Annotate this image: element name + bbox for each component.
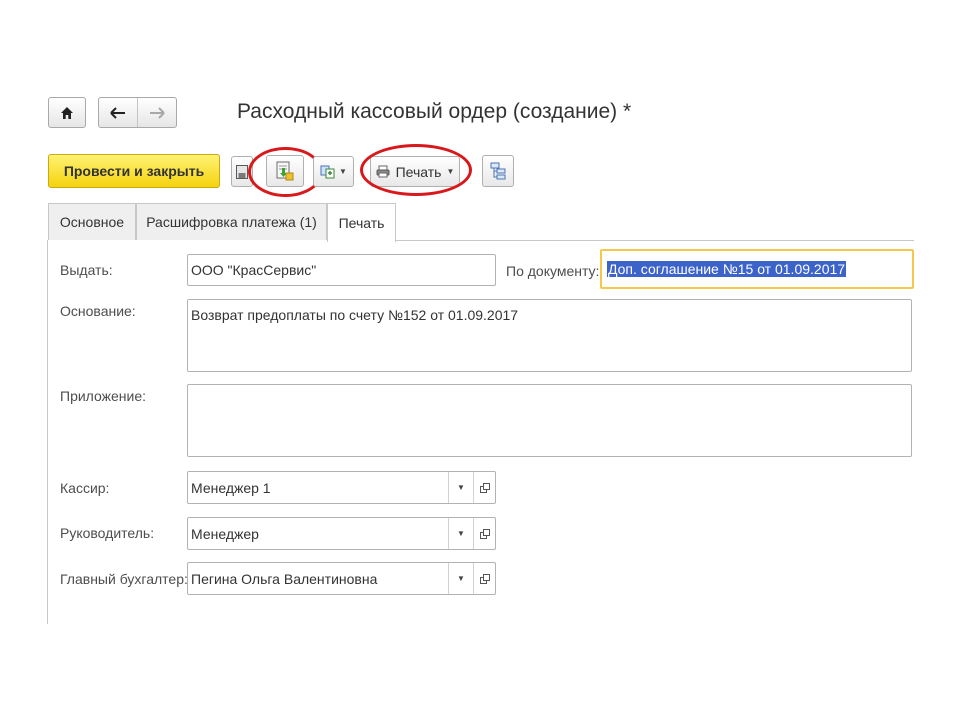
page-title: Расходный кассовый ордер (создание) * (237, 100, 632, 123)
chief-accountant-label: Главный бухгалтер: (60, 571, 188, 587)
document-structure-icon (490, 162, 506, 180)
chief-accountant-field[interactable]: Пегина Ольга Валентиновна ▼ (187, 562, 496, 595)
highlight-circle (248, 147, 323, 197)
save-icon (236, 164, 248, 179)
head-dropdown-button[interactable]: ▼ (448, 518, 473, 549)
post-and-close-button[interactable]: Провести и закрыть (48, 154, 220, 188)
tab-payment-details[interactable]: Расшифровка платежа (1) (136, 203, 327, 240)
by-document-label: По документу: (506, 263, 600, 279)
forward-button[interactable] (138, 98, 176, 127)
chevron-down-icon: ▼ (457, 529, 465, 538)
tab-main[interactable]: Основное (48, 203, 136, 240)
head-field[interactable]: Менеджер ▼ (187, 517, 496, 550)
issue-field[interactable]: ООО "КрасСервис" (187, 254, 496, 286)
chevron-down-icon: ▼ (457, 574, 465, 583)
basis-textarea[interactable]: Возврат предоплаты по счету №152 от 01.0… (187, 299, 912, 372)
page: { "window": { "title": "Расходный кассов… (0, 0, 960, 720)
chief-accountant-value: Пегина Ольга Валентиновна (191, 570, 378, 587)
chief-accountant-open-button[interactable] (473, 563, 495, 594)
cashier-value: Менеджер 1 (191, 479, 271, 496)
chevron-down-icon: ▼ (457, 483, 465, 492)
create-based-on-icon (320, 165, 335, 178)
cashier-dropdown-button[interactable]: ▼ (448, 472, 473, 503)
chief-accountant-dropdown-button[interactable]: ▼ (448, 563, 473, 594)
back-button[interactable] (99, 98, 138, 127)
issue-label: Выдать: (60, 262, 113, 278)
arrow-right-icon (150, 106, 165, 119)
cashier-field[interactable]: Менеджер 1 ▼ (187, 471, 496, 504)
create-based-on-button[interactable]: ▼ (313, 156, 354, 187)
home-button[interactable] (48, 97, 86, 128)
open-window-icon (479, 482, 490, 493)
chevron-down-icon: ▼ (339, 167, 347, 176)
tab-bar-line (396, 240, 914, 241)
open-window-icon (479, 573, 490, 584)
head-label: Руководитель: (60, 525, 155, 541)
tab-print[interactable]: Печать (327, 203, 396, 242)
head-value: Менеджер (191, 525, 259, 542)
by-document-value: Доп. соглашение №15 от 01.09.2017 (607, 261, 847, 277)
head-open-button[interactable] (473, 518, 495, 549)
arrow-left-icon (110, 106, 125, 119)
structure-button[interactable] (482, 155, 514, 187)
history-nav (98, 97, 177, 128)
basis-label: Основание: (60, 303, 136, 319)
home-icon (61, 106, 73, 119)
attachment-textarea[interactable] (187, 384, 912, 457)
by-document-field[interactable]: Доп. соглашение №15 от 01.09.2017 (600, 249, 914, 289)
cashier-label: Кассир: (60, 480, 110, 496)
open-window-icon (479, 528, 490, 539)
cashier-open-button[interactable] (473, 472, 495, 503)
attachment-label: Приложение: (60, 388, 147, 404)
form-left-border (47, 240, 48, 624)
highlight-circle (360, 144, 472, 196)
